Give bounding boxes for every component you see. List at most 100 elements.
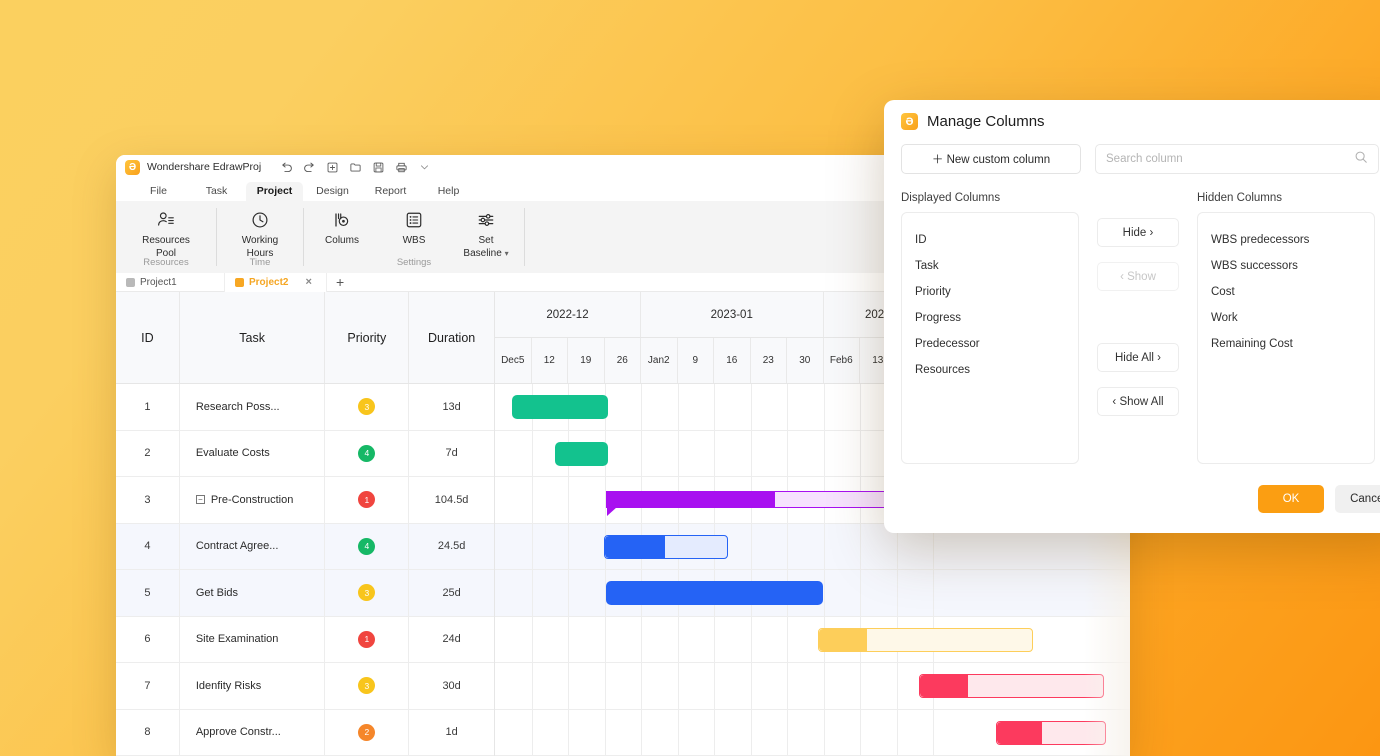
displayed-column-item[interactable]: Progress [902,305,1078,331]
cell-task[interactable]: Research Poss... [180,384,326,430]
hide-all-button[interactable]: Hide All › [1097,343,1179,372]
wbs-list-icon [404,209,424,231]
cell-task[interactable]: − Pre-Construction [180,477,326,523]
column-header-id[interactable]: ID [116,292,180,383]
ribbon-tab-file[interactable]: File [130,182,187,201]
gantt-bar[interactable] [512,395,608,419]
timeline-week: 26 [605,338,641,383]
cell-task[interactable]: Site Examination [180,616,326,662]
ribbon-tab-task[interactable]: Task [188,182,245,201]
ribbon-tab-help[interactable]: Help [420,182,477,201]
ribbon-group-title-resources: Resources [143,257,189,268]
task-name: Approve Constr... [195,726,281,739]
search-column-field[interactable] [1095,144,1379,174]
print-icon[interactable] [394,160,408,174]
table-row[interactable]: 3− Pre-Construction 1 104.5d [116,477,494,524]
task-name: Idenfity Risks [195,679,262,692]
gantt-bar-progress [997,721,1042,744]
new-icon[interactable] [325,160,339,174]
cell-duration: 24d [442,633,461,646]
new-custom-column-button[interactable]: ＋ New custom column [901,144,1081,174]
hidden-columns-list[interactable]: WBS predecessors WBS successors Cost Work Re… [1197,212,1375,464]
cancel-button[interactable]: Cancel [1335,485,1380,513]
ok-button[interactable]: OK [1258,485,1324,513]
cell-priority[interactable]: 4 [325,523,410,569]
displayed-columns-list[interactable]: ID Task Priority Progress Predecessor Resourc… [901,212,1079,464]
displayed-column-item[interactable]: Task [902,253,1078,279]
add-project-tab-button[interactable]: + [327,275,353,289]
ribbon-tab-design[interactable]: Design [304,182,361,201]
table-row[interactable]: 8 Approve Constr... 2 1d [116,709,494,756]
hidden-column-item[interactable]: WBS successors [1198,253,1374,279]
cell-duration: 1d [445,726,458,739]
cell-priority[interactable]: 3 [325,663,410,709]
columns-icon [332,209,352,231]
hidden-column-item[interactable]: WBS predecessors [1198,227,1374,253]
hidden-column-item[interactable]: Cost [1198,279,1374,305]
displayed-column-item[interactable]: Priority [902,279,1078,305]
cell-task[interactable]: Contract Agree... [180,523,326,569]
project-tab-project2[interactable]: Project2 × [224,272,327,292]
cell-priority[interactable]: 1 [325,477,410,523]
set-baseline-button[interactable]: Set Baseline ▾ [450,205,522,260]
quick-access-toolbar [279,160,431,174]
table-row[interactable]: 1 Research Poss... 3 13d [116,384,494,431]
timeline-gridline [823,384,825,756]
search-icon[interactable] [1354,150,1368,169]
resources-pool-icon [156,209,176,231]
cell-priority[interactable]: 4 [325,430,410,476]
cell-priority[interactable]: 2 [325,709,410,755]
cell-task[interactable]: Evaluate Costs [180,430,326,476]
column-header-duration[interactable]: Duration [409,292,494,383]
column-header-task[interactable]: Task [180,292,326,383]
show-all-button[interactable]: ‹ Show All [1097,387,1179,416]
working-hours-button[interactable]: Working Hours [224,205,296,260]
gantt-bar[interactable] [606,581,823,605]
table-row[interactable]: 6 Site Examination 1 24d [116,616,494,663]
gantt-bar[interactable] [919,674,1104,698]
app-title: Wondershare EdrawProj [147,161,262,173]
resources-pool-button[interactable]: Resources Pool [130,205,202,260]
task-name: Evaluate Costs [195,447,270,460]
undo-icon[interactable] [279,160,293,174]
open-folder-icon[interactable] [348,160,362,174]
collapse-toggle-icon[interactable]: − [195,495,205,505]
save-icon[interactable] [371,160,385,174]
cell-priority[interactable]: 1 [325,616,410,662]
displayed-column-item[interactable]: Predecessor [902,331,1078,357]
table-row[interactable]: 5 Get Bids 3 25d [116,570,494,617]
priority-badge: 4 [358,537,376,555]
gantt-bar[interactable] [996,720,1106,745]
hidden-column-item[interactable]: Work [1198,305,1374,331]
project-tab-project1[interactable]: Project1 [116,273,224,292]
cell-task[interactable]: Idenfity Risks [180,663,326,709]
task-name: Contract Agree... [195,540,279,553]
gantt-bar[interactable] [604,534,728,559]
dialog-body: Displayed Columns ID Task Priority Progress… [884,174,1380,464]
search-input[interactable] [1106,153,1354,165]
ribbon-tab-project[interactable]: Project [246,182,303,201]
cell-duration: 25d [442,586,461,599]
gantt-bar[interactable] [555,441,608,466]
timeline-week: 16 [714,338,751,383]
ribbon-tab-report[interactable]: Report [362,182,419,201]
redo-icon[interactable] [302,160,316,174]
wbs-button[interactable]: WBS [378,205,450,247]
chevron-down-icon[interactable] [417,160,431,174]
hide-button[interactable]: Hide › [1097,218,1179,247]
table-row[interactable]: 2 Evaluate Costs 4 7d [116,430,494,477]
cell-task[interactable]: Get Bids [180,570,326,616]
column-header-priority[interactable]: Priority [325,292,410,383]
cell-task[interactable]: Approve Constr... [180,709,326,755]
manage-columns-dialog: Ə Manage Columns ＋ New custom column Dis… [884,100,1380,533]
table-row[interactable]: 4 Contract Agree... 4 24.5d [116,523,494,570]
gantt-bar[interactable] [818,627,1033,652]
close-tab-icon[interactable]: × [305,276,311,288]
table-row[interactable]: 7 Idenfity Risks 3 30d [116,663,494,710]
displayed-column-item[interactable]: Resources [902,357,1078,383]
cell-priority[interactable]: 3 [325,384,410,430]
hidden-column-item[interactable]: Remaining Cost [1198,331,1374,357]
columns-button[interactable]: Colums [306,205,378,247]
cell-priority[interactable]: 3 [325,570,410,616]
displayed-column-item[interactable]: ID [902,227,1078,253]
